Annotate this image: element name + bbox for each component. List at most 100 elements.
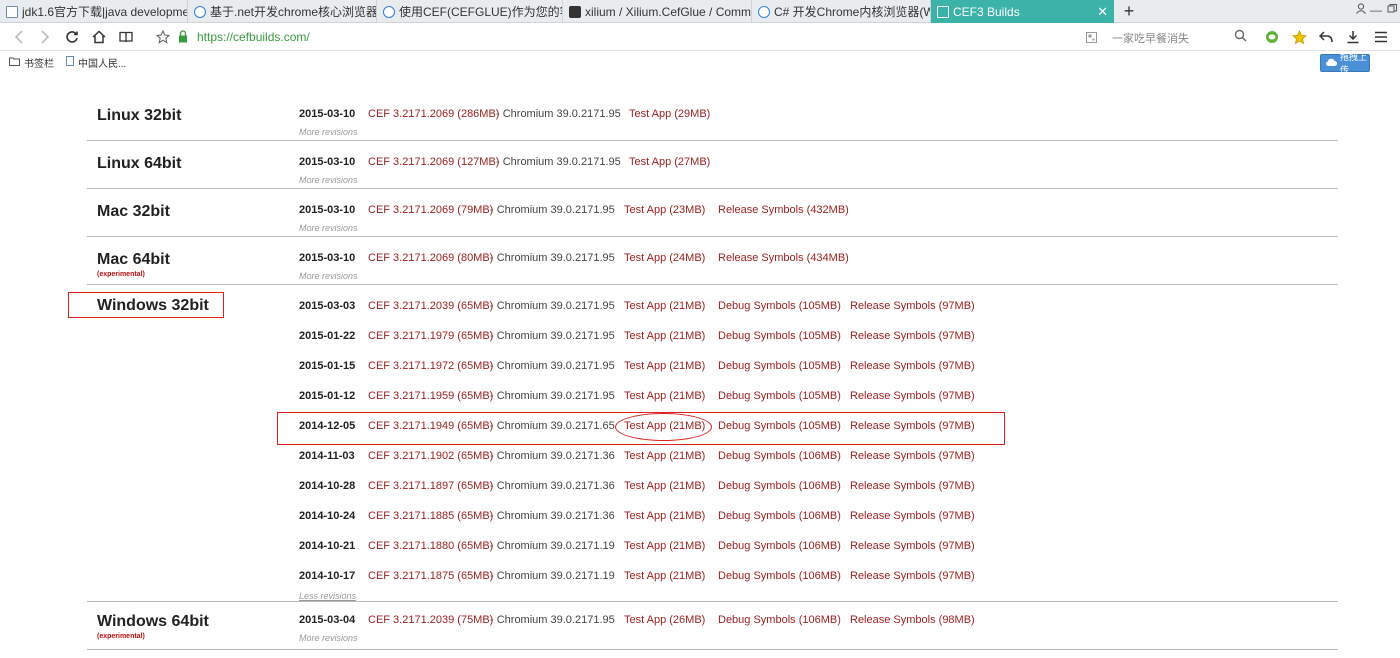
tab[interactable]: C# 开发Chrome内核浏览器(Wel <box>752 0 931 23</box>
page-icon <box>6 5 18 18</box>
platform-section: Linux 32bit 2015-03-10 CEF 3.2171.2069 (28… <box>87 96 1338 141</box>
minimize-icon[interactable]: — <box>1369 3 1383 17</box>
bookmark-star-icon[interactable] <box>154 28 172 46</box>
tab[interactable]: CEF3 Builds ✕ <box>931 0 1114 23</box>
release-symbols-link[interactable]: Release Symbols (97MB) <box>850 540 975 552</box>
cef-download-link[interactable]: CEF 3.2171.2069 (127MB) <box>368 156 499 168</box>
cef-download-link[interactable]: CEF 3.2171.1885 (65MB) <box>368 510 493 522</box>
bookmark-folder[interactable]: 书签栏 <box>9 55 54 70</box>
release-symbols-link[interactable]: Release Symbols (97MB) <box>850 510 975 522</box>
cef-download-link[interactable]: CEF 3.2171.1959 (65MB) <box>368 390 493 402</box>
close-tab-icon[interactable]: ✕ <box>1097 4 1108 20</box>
test-app-link[interactable]: Test App (27MB) <box>629 156 710 168</box>
debug-symbols-link[interactable]: Debug Symbols (105MB) <box>718 360 841 372</box>
platform-section: Windows 64bit (experimental) 2015-03-04 CEF… <box>87 602 1338 650</box>
test-app-link[interactable]: Test App (23MB) <box>624 204 705 216</box>
test-app-link[interactable]: Test App (21MB) <box>624 300 705 312</box>
cef-download-link[interactable]: CEF 3.2171.2039 (65MB) <box>368 300 493 312</box>
cef-download-link[interactable]: CEF 3.2171.1979 (65MB) <box>368 330 493 342</box>
release-symbols-link[interactable]: Release Symbols (97MB) <box>850 300 975 312</box>
more-revisions-link[interactable]: More revisions <box>299 633 358 643</box>
debug-symbols-link[interactable]: Debug Symbols (106MB) <box>718 614 841 626</box>
extension-icon[interactable] <box>1263 28 1281 46</box>
restore-icon[interactable] <box>1385 3 1399 17</box>
more-revisions-link[interactable]: More revisions <box>299 175 358 185</box>
test-app-link[interactable]: Test App (21MB) <box>624 360 705 372</box>
cef-download-link[interactable]: CEF 3.2171.1902 (65MB) <box>368 450 493 462</box>
test-app-link[interactable]: Test App (21MB) <box>624 510 705 522</box>
tab[interactable]: xilium / Xilium.CefGlue / Comm <box>563 0 752 23</box>
tab-title: jdk1.6官方下载|java developme <box>22 5 187 19</box>
build-date: 2015-01-15 <box>299 360 356 372</box>
menu-icon[interactable] <box>1372 28 1390 46</box>
bookmark-item[interactable]: 中国人民... <box>66 55 126 70</box>
test-app-link[interactable]: Test App (21MB) <box>624 540 705 552</box>
test-app-link[interactable]: Test App (21MB) <box>624 390 705 402</box>
release-symbols-link[interactable]: Release Symbols (97MB) <box>850 450 975 462</box>
test-app-link[interactable]: Test App (29MB) <box>629 108 710 120</box>
search-icon[interactable] <box>1234 29 1247 47</box>
cef-download-link[interactable]: CEF 3.2171.1875 (65MB) <box>368 570 493 582</box>
tab[interactable]: jdk1.6官方下载|java developme <box>0 0 188 23</box>
cef-download-link[interactable]: CEF 3.2171.2069 (79MB) <box>368 204 493 216</box>
github-icon <box>569 5 581 18</box>
tab[interactable]: 基于.net开发chrome核心浏览器 <box>188 0 377 23</box>
release-symbols-link[interactable]: Release Symbols (97MB) <box>850 390 975 402</box>
more-revisions-link[interactable]: More revisions <box>299 223 358 233</box>
bookmark-label: 中国人民... <box>78 59 127 70</box>
highlight-box-platform <box>68 292 224 318</box>
debug-symbols-link[interactable]: Debug Symbols (106MB) <box>718 540 841 552</box>
build-date: 2015-03-10 <box>299 108 356 120</box>
test-app-link[interactable]: Test App (21MB) <box>624 450 705 462</box>
less-revisions-link[interactable]: Less revisions <box>299 591 356 601</box>
debug-symbols-link[interactable]: Debug Symbols (106MB) <box>718 450 841 462</box>
search-input[interactable]: 一家吃早餐消失 <box>1112 30 1189 46</box>
release-symbols-link[interactable]: Release Symbols (434MB) <box>718 252 849 264</box>
cef-download-link[interactable]: CEF 3.2171.1897 (65MB) <box>368 480 493 492</box>
cef-download-link[interactable]: CEF 3.2171.2039 (75MB) <box>368 614 493 626</box>
test-app-link[interactable]: Test App (26MB) <box>624 614 705 626</box>
user-icon[interactable] <box>1354 3 1368 17</box>
debug-symbols-link[interactable]: Debug Symbols (105MB) <box>718 300 841 312</box>
address-url[interactable]: https://cefbuilds.com/ <box>197 30 310 44</box>
release-symbols-link[interactable]: Release Symbols (97MB) <box>850 360 975 372</box>
platform-section: Mac 64bit (experimental) 2015-03-10 CEF 3.2… <box>87 240 1338 285</box>
tab-title: CEF3 Builds <box>953 4 1020 19</box>
test-app-link[interactable]: Test App (21MB) <box>624 480 705 492</box>
more-revisions-link[interactable]: More revisions <box>299 271 358 281</box>
forward-icon[interactable] <box>36 28 54 46</box>
home-icon[interactable] <box>90 28 108 46</box>
debug-symbols-link[interactable]: Debug Symbols (106MB) <box>718 480 841 492</box>
folder-icon <box>9 57 20 69</box>
reader-icon[interactable] <box>117 28 135 46</box>
undo-icon[interactable] <box>1317 28 1335 46</box>
debug-symbols-link[interactable]: Debug Symbols (106MB) <box>718 570 841 582</box>
favorites-star-icon[interactable] <box>1290 28 1308 46</box>
cef-download-link[interactable]: CEF 3.2171.2069 (286MB) <box>368 108 499 120</box>
back-icon[interactable] <box>10 28 28 46</box>
tab[interactable]: 使用CEF(CEFGLUE)作为您的客户 <box>377 0 563 23</box>
cef-download-link[interactable]: CEF 3.2171.1880 (65MB) <box>368 540 493 552</box>
test-app-link[interactable]: Test App (21MB) <box>624 570 705 582</box>
test-app-link[interactable]: Test App (24MB) <box>624 252 705 264</box>
release-symbols-link[interactable]: Release Symbols (97MB) <box>850 570 975 582</box>
bookmark-label: 书签栏 <box>24 59 54 70</box>
more-revisions-link[interactable]: More revisions <box>299 127 358 137</box>
debug-symbols-link[interactable]: Debug Symbols (106MB) <box>718 510 841 522</box>
download-icon[interactable] <box>1344 28 1362 46</box>
reload-icon[interactable] <box>63 28 81 46</box>
build-date: 2014-10-24 <box>299 510 356 522</box>
ie-icon <box>383 5 395 18</box>
debug-symbols-link[interactable]: Debug Symbols (105MB) <box>718 330 841 342</box>
cef-download-link[interactable]: CEF 3.2171.1972 (65MB) <box>368 360 493 372</box>
cef-download-link[interactable]: CEF 3.2171.2069 (80MB) <box>368 252 493 264</box>
release-symbols-link[interactable]: Release Symbols (97MB) <box>850 480 975 492</box>
new-tab-button[interactable]: + <box>1119 1 1139 21</box>
release-symbols-link[interactable]: Release Symbols (98MB) <box>850 614 975 626</box>
release-symbols-link[interactable]: Release Symbols (97MB) <box>850 330 975 342</box>
qr-icon[interactable] <box>1082 28 1100 46</box>
drag-upload-button[interactable]: 拖拽上传 <box>1320 52 1370 75</box>
debug-symbols-link[interactable]: Debug Symbols (105MB) <box>718 390 841 402</box>
test-app-link[interactable]: Test App (21MB) <box>624 330 705 342</box>
release-symbols-link[interactable]: Release Symbols (432MB) <box>718 204 849 216</box>
